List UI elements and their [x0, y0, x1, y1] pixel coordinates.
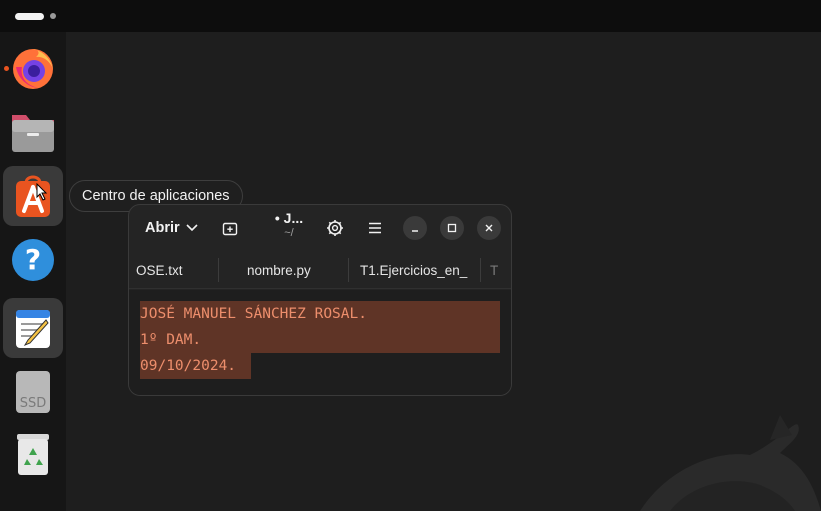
text-line: 1º DAM. — [140, 332, 202, 348]
dock-item-help[interactable]: ? — [3, 230, 63, 290]
document-title: • J... — [274, 210, 304, 226]
gear-icon — [327, 220, 343, 236]
tab-label: OSE.txt — [136, 262, 183, 278]
dock-item-firefox[interactable] — [3, 38, 63, 98]
tab-separator — [348, 258, 349, 282]
mouse-cursor-icon — [36, 183, 48, 201]
hamburger-menu-icon — [369, 222, 381, 234]
main-menu-button[interactable] — [362, 215, 388, 241]
dock-item-files[interactable] — [3, 102, 63, 162]
header-bar: Abrir • J... ~/ — [129, 205, 511, 251]
tab-label: T — [490, 262, 499, 278]
maximize-icon — [447, 223, 457, 233]
files-icon — [12, 115, 54, 152]
tab-bar: OSE.txt nombre.py T1.Ejercicios_en_ T — [129, 251, 511, 289]
text-line: 09/10/2024. — [140, 358, 237, 374]
minimize-button[interactable] — [403, 216, 427, 240]
dock-item-trash[interactable] — [3, 424, 63, 484]
text-editor-icon — [16, 310, 50, 348]
top-bar — [0, 0, 821, 32]
tab-t1-ejercicios[interactable]: T1.Ejercicios_en_ — [360, 251, 470, 289]
workspace-indicator[interactable] — [50, 13, 56, 19]
tab-nombre-py[interactable]: nombre.py — [247, 251, 357, 289]
tab-overflow[interactable]: T — [490, 251, 511, 289]
dock-item-text-editor[interactable] — [3, 298, 63, 358]
tab-separator — [480, 258, 481, 282]
trash-icon — [17, 434, 49, 475]
wallpaper-ornament — [640, 415, 821, 511]
tab-ose-txt[interactable]: OSE.txt — [136, 251, 216, 289]
ssd-label: SSD — [20, 396, 47, 411]
close-button[interactable] — [477, 216, 501, 240]
new-tab-button[interactable] — [217, 215, 243, 241]
tab-label: T1.Ejercicios_en_ — [360, 262, 468, 278]
window-title: • J... ~/ — [263, 210, 315, 239]
ssd-drive-icon: SSD — [16, 371, 50, 413]
open-button[interactable]: Abrir — [139, 215, 204, 241]
firefox-icon — [13, 49, 53, 89]
text-view[interactable]: JOSÉ MANUEL SÁNCHEZ ROSAL. 1º DAM. 09/10… — [129, 290, 511, 395]
tab-separator — [218, 258, 219, 282]
workspace-indicator-active[interactable] — [15, 13, 44, 20]
open-label: Abrir — [145, 220, 180, 236]
text-editor-window: Abrir • J... ~/ OSE.txt nombre.py T1.Eje… — [128, 204, 512, 396]
settings-button[interactable] — [322, 215, 348, 241]
svg-text:?: ? — [25, 243, 41, 276]
dock: ? SSD — [0, 32, 66, 511]
close-icon — [485, 224, 493, 232]
document-path: ~/ — [284, 227, 294, 239]
dock-item-app-center[interactable] — [3, 166, 63, 226]
text-line: JOSÉ MANUEL SÁNCHEZ ROSAL. — [140, 306, 367, 322]
dock-item-ssd[interactable]: SSD — [3, 362, 63, 422]
chevron-down-icon — [186, 224, 198, 232]
minimize-icon — [412, 230, 418, 232]
new-tab-icon — [222, 222, 238, 236]
maximize-button[interactable] — [440, 216, 464, 240]
tab-label: nombre.py — [247, 262, 311, 278]
help-icon: ? — [12, 239, 54, 281]
